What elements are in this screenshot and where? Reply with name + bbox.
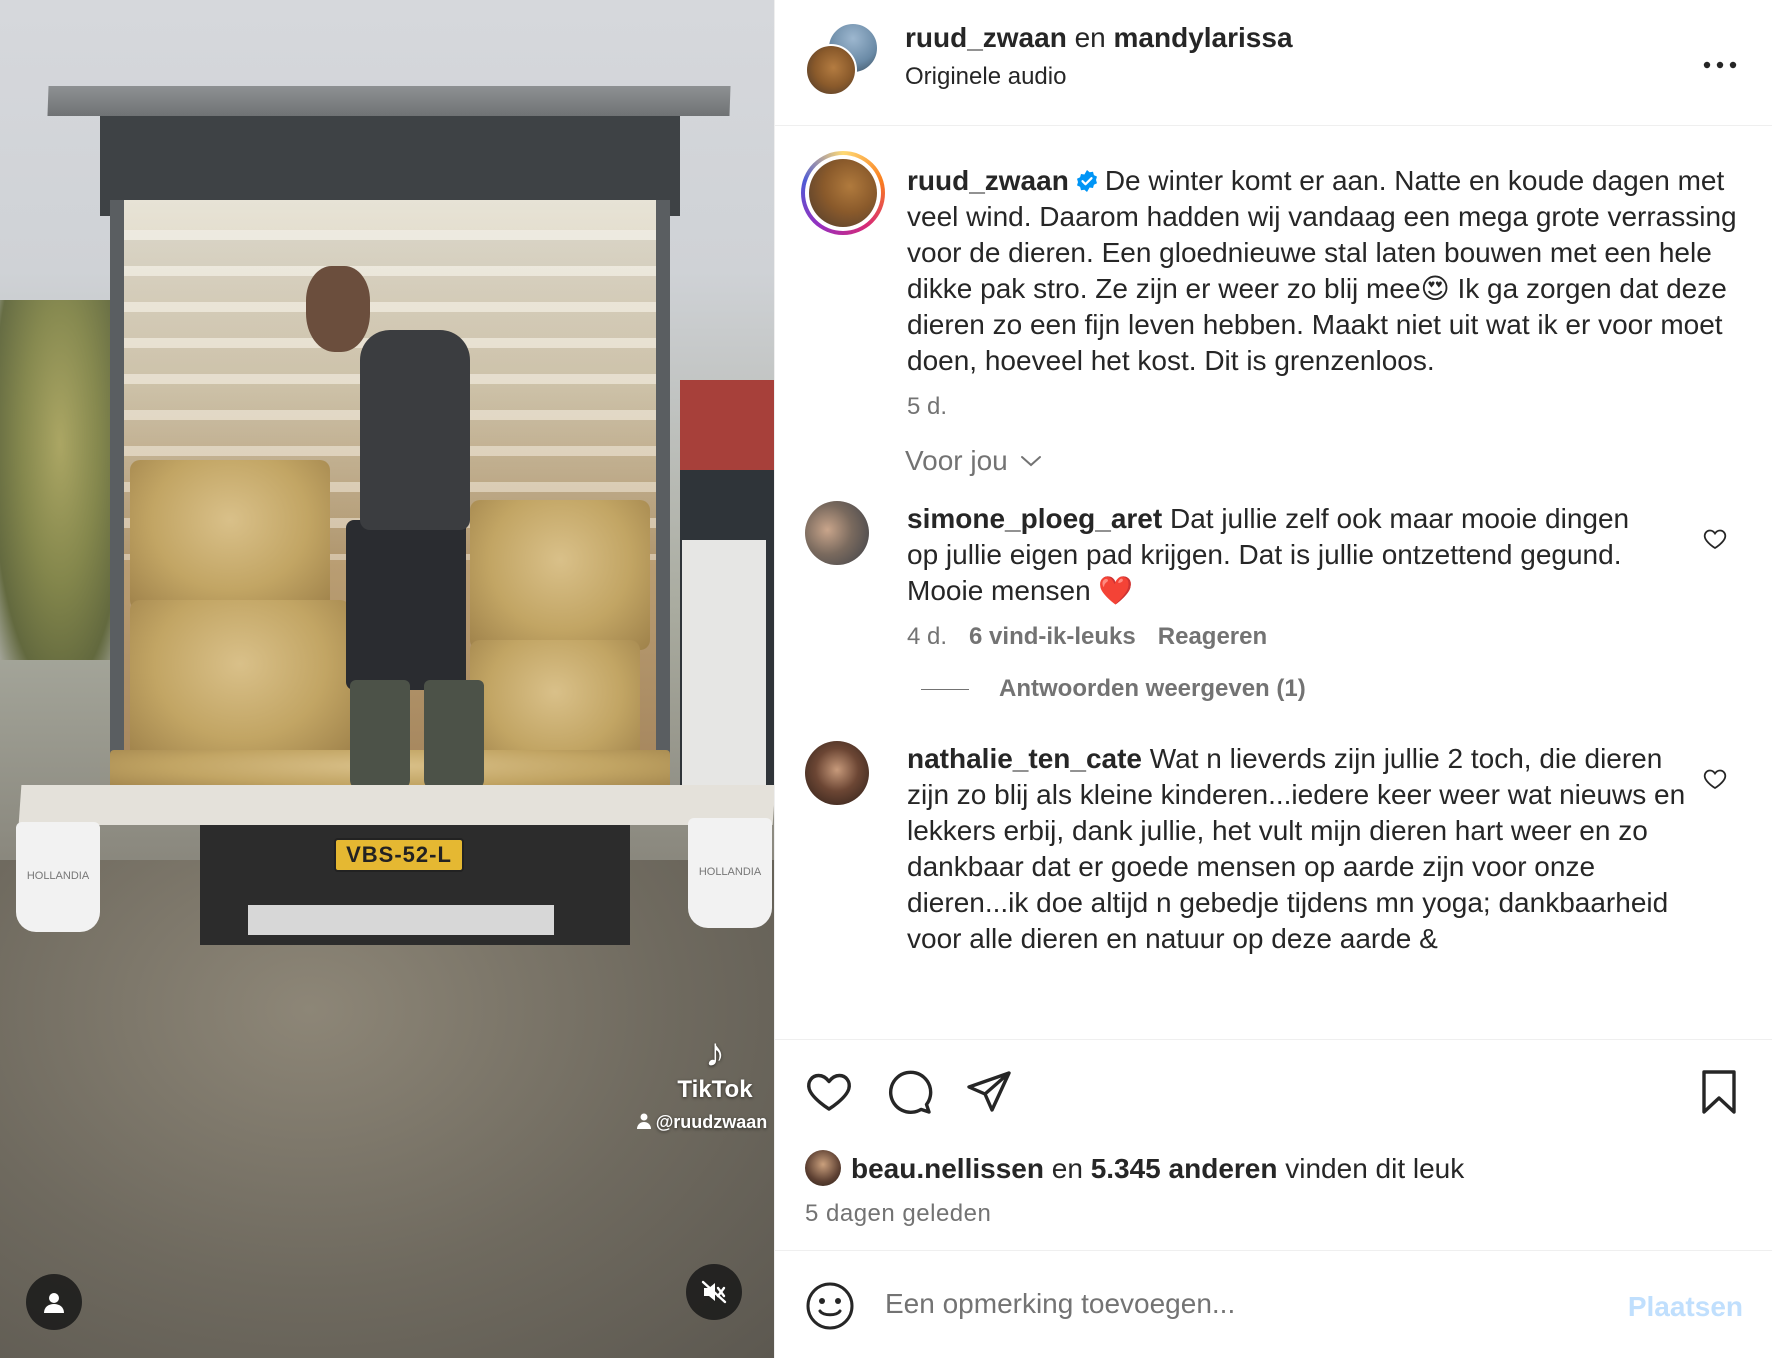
avatar[interactable] <box>805 44 857 96</box>
more-icon <box>1703 61 1737 69</box>
comment-composer: Plaatsen <box>775 1250 1772 1358</box>
person-icon <box>636 1113 651 1129</box>
person-icon <box>44 1293 64 1313</box>
hay-bale <box>130 460 330 610</box>
view-replies-label: Antwoorden weergeven (1) <box>999 675 1306 702</box>
tiktok-watermark: ♪ TikTok @ruudzwaan <box>636 1030 770 1132</box>
caption-text: De winter komt er aan. Natte en koude da… <box>907 165 1737 376</box>
post-comment-button[interactable]: Plaatsen <box>1628 1291 1743 1323</box>
caption-age: 5 d. <box>907 393 948 420</box>
feed-bag-label: HOLLANDIA <box>698 866 762 878</box>
comment-text: Wat n lieverds zijn jullie 2 toch, die d… <box>907 743 1686 954</box>
likes-summary: beau.nellissen en 5.345 anderen vinden d… <box>805 1150 1464 1186</box>
truck-tail-lift <box>18 785 774 825</box>
feed-bag: HOLLANDIA <box>688 818 772 928</box>
comment-input[interactable] <box>885 1279 1565 1329</box>
hay-bale <box>470 500 650 650</box>
comment-sort-dropdown[interactable]: Voor jou <box>905 445 1042 477</box>
post-side-panel: ruud_zwaan en mandylarissa Originele aud… <box>774 0 1772 1358</box>
username-link[interactable]: beau.nellissen <box>851 1153 1044 1184</box>
background-trees <box>0 300 120 660</box>
comment-bubble-icon[interactable] <box>885 1068 933 1116</box>
post-video[interactable]: VBS-52-L HOLLANDIA HOLLANDIA ♪ TikTok @r… <box>0 0 774 1358</box>
post-actions: beau.nellissen en 5.345 anderen vinden d… <box>775 1039 1772 1259</box>
username-link[interactable]: ruud_zwaan <box>905 22 1067 53</box>
hay-bale <box>130 600 350 760</box>
collab-names: ruud_zwaan en mandylarissa <box>905 22 1293 54</box>
feed-bag: HOLLANDIA <box>16 822 100 932</box>
tiktok-logo-icon: ♪ <box>705 1031 725 1075</box>
speaker-muted-icon <box>701 1280 727 1304</box>
boot <box>424 680 484 790</box>
author-avatar-story-ring[interactable] <box>801 151 885 235</box>
collab-avatars[interactable] <box>805 22 879 96</box>
avatar[interactable] <box>805 1150 841 1186</box>
like-comment-heart-icon[interactable] <box>1703 527 1727 551</box>
barn-door <box>682 540 766 790</box>
tiktok-handle: @ruudzwaan <box>612 1112 774 1133</box>
post-header: ruud_zwaan en mandylarissa Originele aud… <box>775 0 1772 126</box>
like-comment-heart-icon[interactable] <box>1703 767 1727 791</box>
more-options-button[interactable] <box>1703 40 1737 79</box>
comment-age: 4 d. <box>907 623 948 650</box>
bookmark-save-icon[interactable] <box>1695 1068 1743 1116</box>
username-link[interactable]: mandylarissa <box>1114 22 1293 53</box>
truck-liftgate-roof <box>47 86 731 116</box>
truck-bumper <box>248 905 554 935</box>
username-link[interactable]: nathalie_ten_cate <box>907 743 1142 774</box>
audio-link[interactable]: Originele audio <box>905 63 1066 91</box>
avatar[interactable] <box>805 501 869 565</box>
person-head <box>306 266 370 352</box>
post-date: 5 dagen geleden <box>805 1200 992 1227</box>
comment-likes-link[interactable]: 6 vind-ik-leuks <box>969 623 1136 650</box>
joiner-text: en <box>1074 22 1106 53</box>
person-torso <box>360 330 470 530</box>
replies-divider <box>921 689 969 691</box>
comment-meta: 4 d. 6 vind-ik-leuks Reageren <box>907 619 1647 655</box>
emoji-smiley-icon[interactable] <box>805 1281 855 1331</box>
share-paper-plane-icon[interactable] <box>965 1068 1013 1116</box>
tiktok-brand: TikTok <box>677 1076 753 1103</box>
username-link[interactable]: ruud_zwaan <box>907 165 1069 196</box>
feed-bag-label: HOLLANDIA <box>26 870 90 882</box>
license-plate: VBS-52-L <box>334 838 464 872</box>
avatar[interactable] <box>809 159 877 227</box>
likes-suffix: vinden dit leuk <box>1285 1153 1465 1184</box>
username-link[interactable]: simone_ploeg_aret <box>907 503 1162 534</box>
comments-feed[interactable]: ruud_zwaan De winter komt er aan. Natte e… <box>775 127 1772 1039</box>
avatar[interactable] <box>805 741 869 805</box>
barn-roof <box>680 380 774 470</box>
likes-others-link[interactable]: 5.345 anderen <box>1091 1153 1278 1184</box>
likes-joiner: en <box>1051 1153 1083 1184</box>
view-replies-button[interactable]: Antwoorden weergeven (1) <box>921 675 1306 703</box>
boot <box>350 680 410 790</box>
feed-fade <box>775 1015 1772 1039</box>
reply-button[interactable]: Reageren <box>1158 623 1267 650</box>
mute-toggle-button[interactable] <box>686 1264 742 1320</box>
chevron-down-icon <box>1020 456 1041 467</box>
like-heart-icon[interactable] <box>805 1068 853 1116</box>
tiktok-handle-text: @ruudzwaan <box>655 1112 768 1132</box>
sort-label: Voor jou <box>905 445 1008 476</box>
person-legs <box>346 520 466 690</box>
tagged-accounts-button[interactable] <box>26 1274 82 1330</box>
verified-badge-icon <box>1076 170 1097 192</box>
